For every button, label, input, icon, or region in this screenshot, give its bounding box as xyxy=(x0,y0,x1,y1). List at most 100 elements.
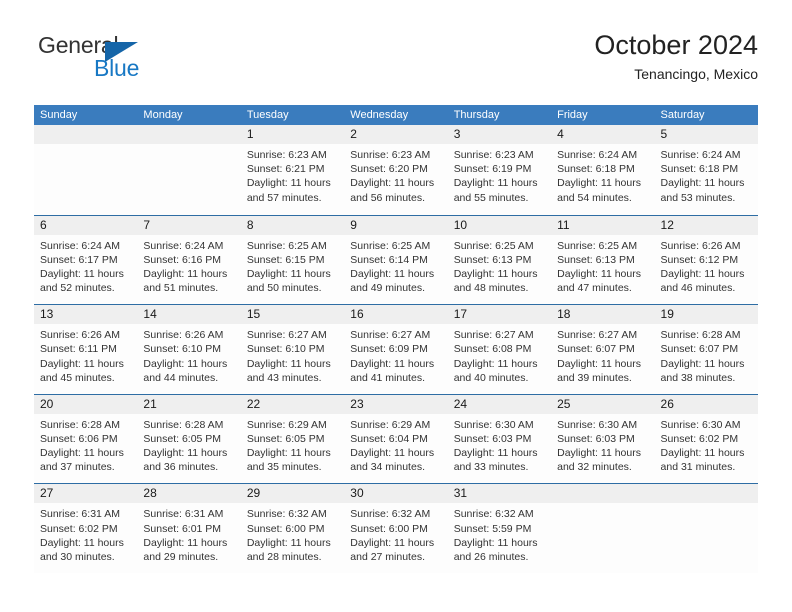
day-cell-15[interactable]: 15 Sunrise: 6:27 AM Sunset: 6:10 PM Dayligh… xyxy=(240,305,345,394)
day-details: Sunrise: 6:27 AM Sunset: 6:10 PM Daylight:… xyxy=(241,324,344,385)
day-number: 10 xyxy=(453,217,468,232)
day-number-band: 27 xyxy=(34,484,138,504)
day-detail-line: and 50 minutes. xyxy=(246,282,322,295)
day-detail-line: Sunset: 6:16 PM xyxy=(143,253,222,266)
day-number-band: 17 xyxy=(447,305,552,325)
day-cell-13[interactable]: 13 Sunrise: 6:26 AM Sunset: 6:11 PM Dayligh… xyxy=(34,305,138,394)
day-number: 3 xyxy=(453,127,461,141)
day-number: 15 xyxy=(246,307,261,322)
day-detail-line: and 51 minutes. xyxy=(143,282,219,295)
day-detail-line: Sunrise: 6:32 AM xyxy=(453,508,534,521)
day-cell-23[interactable]: 23 Sunrise: 6:29 AM Sunset: 6:04 PM Dayligh… xyxy=(344,394,448,484)
day-number-band: 5 xyxy=(654,125,758,144)
day-number: 25 xyxy=(557,396,571,411)
day-detail-line: Sunset: 6:14 PM xyxy=(350,253,428,266)
day-detail-line: Sunset: 6:00 PM xyxy=(246,522,325,535)
day-detail-line: Sunset: 6:07 PM xyxy=(660,343,739,356)
day-number: 24 xyxy=(453,396,468,411)
day-detail-line: Sunrise: 6:23 AM xyxy=(350,149,431,161)
day-detail-line: Daylight: 11 hours xyxy=(143,536,228,549)
day-details: Sunrise: 6:23 AM Sunset: 6:21 PM Daylight:… xyxy=(241,144,344,205)
day-cell-28[interactable]: 28 Sunrise: 6:31 AM Sunset: 6:01 PM Dayligh… xyxy=(137,484,241,573)
day-cell-2[interactable]: 2 Sunrise: 6:23 AM Sunset: 6:20 PM Daylight… xyxy=(344,125,448,215)
day-cell-empty xyxy=(654,484,758,573)
day-detail-line: Sunrise: 6:28 AM xyxy=(143,418,224,431)
day-number: 4 xyxy=(557,127,564,141)
day-number-band: 11 xyxy=(551,215,655,235)
day-details: Sunrise: 6:29 AM Sunset: 6:05 PM Daylight:… xyxy=(241,414,344,475)
day-cell-29[interactable]: 29 Sunrise: 6:32 AM Sunset: 6:00 PM Dayligh… xyxy=(240,484,345,573)
day-details: Sunrise: 6:24 AM Sunset: 6:18 PM Daylight:… xyxy=(551,144,654,205)
day-detail-line: Sunrise: 6:32 AM xyxy=(246,508,327,521)
day-detail-line: Daylight: 11 hours xyxy=(246,536,331,549)
day-cell-30[interactable]: 30 Sunrise: 6:32 AM Sunset: 6:00 PM Dayligh… xyxy=(344,484,448,573)
day-cell-19[interactable]: 19 Sunrise: 6:28 AM Sunset: 6:07 PM Dayligh… xyxy=(654,305,758,394)
day-cell-26[interactable]: 26 Sunrise: 6:30 AM Sunset: 6:02 PM Dayligh… xyxy=(654,394,758,484)
day-cell-6[interactable]: 6 Sunrise: 6:24 AM Sunset: 6:17 PM Daylight… xyxy=(34,215,138,305)
day-cell-22[interactable]: 22 Sunrise: 6:29 AM Sunset: 6:05 PM Dayligh… xyxy=(240,394,345,484)
day-details: Sunrise: 6:26 AM Sunset: 6:10 PM Daylight:… xyxy=(137,324,240,385)
calendar-grid: Sunday Monday Tuesday Wednesday Thursday Frid… xyxy=(34,105,758,573)
weekday-header-friday: Friday xyxy=(557,109,588,121)
day-detail-line: Sunrise: 6:25 AM xyxy=(557,239,638,252)
day-detail-line: Sunrise: 6:24 AM xyxy=(557,149,638,161)
day-detail-line: and 44 minutes. xyxy=(143,371,219,384)
day-detail-line: and 31 minutes. xyxy=(660,461,736,474)
day-detail-line: and 36 minutes. xyxy=(143,461,219,474)
day-cell-3[interactable]: 3 Sunrise: 6:23 AM Sunset: 6:19 PM Daylight… xyxy=(447,125,552,215)
day-cell-4[interactable]: 4 Sunrise: 6:24 AM Sunset: 6:18 PM Daylight… xyxy=(551,125,655,215)
calendar-week-row: 20 Sunrise: 6:28 AM Sunset: 6:06 PM Dayligh… xyxy=(34,393,758,484)
page-title: October 2024 xyxy=(594,30,758,60)
day-cell-14[interactable]: 14 Sunrise: 6:26 AM Sunset: 6:10 PM Dayligh… xyxy=(137,305,241,394)
day-detail-line: and 26 minutes. xyxy=(453,550,529,563)
day-details: Sunrise: 6:25 AM Sunset: 6:13 PM Daylight:… xyxy=(448,235,551,296)
day-cell-21[interactable]: 21 Sunrise: 6:28 AM Sunset: 6:05 PM Dayligh… xyxy=(137,394,241,484)
day-detail-line: Sunrise: 6:29 AM xyxy=(246,418,327,431)
day-cell-17[interactable]: 17 Sunrise: 6:27 AM Sunset: 6:08 PM Dayligh… xyxy=(447,305,552,394)
brand-logo[interactable]: General Blue xyxy=(34,32,274,90)
day-number-band: 22 xyxy=(240,394,345,414)
day-cell-27[interactable]: 27 Sunrise: 6:31 AM Sunset: 6:02 PM Dayligh… xyxy=(34,484,138,573)
day-detail-line: Sunrise: 6:31 AM xyxy=(40,508,120,521)
day-cell-11[interactable]: 11 Sunrise: 6:25 AM Sunset: 6:13 PM Dayligh… xyxy=(551,215,655,305)
day-number: 20 xyxy=(40,396,54,411)
day-detail-line: and 47 minutes. xyxy=(557,282,632,295)
day-number: 29 xyxy=(246,486,261,501)
day-details: Sunrise: 6:24 AM Sunset: 6:16 PM Daylight:… xyxy=(137,235,240,296)
day-detail-line: Sunrise: 6:25 AM xyxy=(350,239,431,252)
weekday-header-tuesday: Tuesday xyxy=(246,109,289,121)
day-cell-31[interactable]: 31 Sunrise: 6:32 AM Sunset: 5:59 PM Dayligh… xyxy=(447,484,552,573)
day-cell-9[interactable]: 9 Sunrise: 6:25 AM Sunset: 6:14 PM Daylight… xyxy=(344,215,448,305)
day-cell-12[interactable]: 12 Sunrise: 6:26 AM Sunset: 6:12 PM Dayligh… xyxy=(654,215,758,305)
day-detail-line: and 30 minutes. xyxy=(40,550,115,563)
page-header: General Blue October 2024 Tenancingo, Me… xyxy=(34,28,758,94)
day-details: Sunrise: 6:28 AM Sunset: 6:05 PM Daylight:… xyxy=(137,414,240,475)
day-number-band: 10 xyxy=(447,215,552,235)
day-detail-line: and 29 minutes. xyxy=(143,550,219,563)
day-cell-5[interactable]: 5 Sunrise: 6:24 AM Sunset: 6:18 PM Daylight… xyxy=(654,125,758,215)
day-cell-1[interactable]: 1 Sunrise: 6:23 AM Sunset: 6:21 PM Daylight… xyxy=(240,125,345,215)
day-cell-16[interactable]: 16 Sunrise: 6:27 AM Sunset: 6:09 PM Dayligh… xyxy=(344,305,448,394)
day-cell-20[interactable]: 20 Sunrise: 6:28 AM Sunset: 6:06 PM Dayligh… xyxy=(34,394,138,484)
day-number: 1 xyxy=(246,127,254,141)
day-detail-line: Daylight: 11 hours xyxy=(143,268,228,280)
day-detail-line: Sunrise: 6:24 AM xyxy=(143,239,224,252)
day-details: Sunrise: 6:28 AM Sunset: 6:07 PM Daylight:… xyxy=(655,324,758,385)
day-cell-18[interactable]: 18 Sunrise: 6:27 AM Sunset: 6:07 PM Dayligh… xyxy=(551,305,655,394)
day-cell-10[interactable]: 10 Sunrise: 6:25 AM Sunset: 6:13 PM Dayligh… xyxy=(447,215,552,305)
day-detail-line: Sunrise: 6:23 AM xyxy=(246,149,327,161)
day-cell-25[interactable]: 25 Sunrise: 6:30 AM Sunset: 6:03 PM Dayligh… xyxy=(551,394,655,484)
day-number: 18 xyxy=(557,307,571,322)
day-detail-line: Sunrise: 6:24 AM xyxy=(40,239,120,252)
day-cell-8[interactable]: 8 Sunrise: 6:25 AM Sunset: 6:15 PM Daylight… xyxy=(240,215,345,305)
day-detail-line: Daylight: 11 hours xyxy=(453,357,538,370)
day-detail-line: Sunrise: 6:25 AM xyxy=(453,239,534,252)
day-cell-24[interactable]: 24 Sunrise: 6:30 AM Sunset: 6:03 PM Dayligh… xyxy=(447,394,552,484)
day-cell-7[interactable]: 7 Sunrise: 6:24 AM Sunset: 6:16 PM Daylight… xyxy=(137,215,241,305)
day-detail-line: Sunset: 6:13 PM xyxy=(453,253,532,266)
day-details: Sunrise: 6:24 AM Sunset: 6:17 PM Daylight:… xyxy=(34,235,137,296)
day-detail-line: and 41 minutes. xyxy=(350,371,425,384)
day-detail-line: and 45 minutes. xyxy=(40,371,115,384)
day-detail-line: and 53 minutes. xyxy=(660,191,736,204)
day-detail-line: and 34 minutes. xyxy=(350,461,425,474)
